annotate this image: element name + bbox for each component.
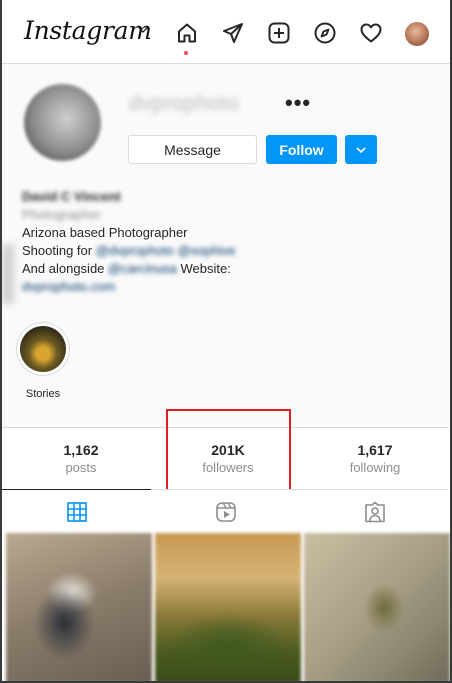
tab-posts[interactable] xyxy=(2,489,151,533)
activity-icon[interactable] xyxy=(358,20,384,46)
explore-icon[interactable] xyxy=(312,20,338,46)
notification-dot xyxy=(184,51,188,55)
story-highlight[interactable]: Stories xyxy=(16,322,70,400)
post-thumbnail[interactable] xyxy=(6,533,152,681)
bio-website-link[interactable]: dvprophoto.com xyxy=(22,278,236,296)
post-thumbnail[interactable] xyxy=(304,533,450,681)
story-thumbnail xyxy=(20,326,66,372)
profile-bio: David C Vincent Photographer Arizona bas… xyxy=(22,188,236,296)
tagged-icon xyxy=(364,501,385,523)
instagram-profile-window: Instagram dvprophoto ••• Message Follow xyxy=(0,0,452,683)
follow-button[interactable]: Follow xyxy=(266,135,337,164)
followers-highlight-box xyxy=(166,409,291,495)
new-post-icon[interactable] xyxy=(266,20,292,46)
posts-stat: 1,162 posts xyxy=(21,442,141,475)
story-label: Stories xyxy=(25,388,61,400)
bio-line-2-text: Shooting for xyxy=(22,243,96,258)
tab-reels[interactable] xyxy=(151,490,300,534)
chevron-down-icon xyxy=(356,146,366,153)
bio-line-1: Arizona based Photographer xyxy=(22,225,188,240)
profile-header: dvprophoto ••• Message Follow David C Vi… xyxy=(2,64,450,434)
bio-category: Photographer xyxy=(22,207,101,222)
blurred-edge xyxy=(2,244,14,304)
tab-tagged[interactable] xyxy=(300,490,449,534)
grid-icon xyxy=(66,501,87,522)
bio-mention-link[interactable]: @carcinusa xyxy=(108,261,177,276)
following-count[interactable]: 1,617 xyxy=(315,442,435,458)
profile-username: dvprophoto xyxy=(129,92,240,115)
profile-avatar[interactable] xyxy=(24,84,101,161)
bio-line-3: And alongside @carcinusa Website: xyxy=(22,260,236,278)
story-ring[interactable] xyxy=(16,322,70,376)
post-grid xyxy=(6,533,450,681)
post-thumbnail[interactable] xyxy=(155,533,301,681)
options-icon[interactable]: ••• xyxy=(285,90,311,116)
following-stat[interactable]: 1,617 following xyxy=(315,442,435,475)
bio-mention-link[interactable]: @dvprophoto xyxy=(96,243,174,258)
chevron-down-icon[interactable] xyxy=(137,24,149,36)
bio-line-3-suffix: Website: xyxy=(176,261,231,276)
direct-icon[interactable] xyxy=(220,20,246,46)
user-avatar[interactable] xyxy=(405,22,429,46)
suggested-dropdown-button[interactable] xyxy=(345,135,377,164)
posts-label: posts xyxy=(65,460,97,475)
bio-full-name: David C Vincent xyxy=(22,189,121,204)
instagram-logo[interactable]: Instagram xyxy=(24,16,152,45)
message-button[interactable]: Message xyxy=(128,135,257,164)
bio-line-3-text: And alongside xyxy=(22,261,109,276)
reels-icon xyxy=(215,502,236,522)
profile-tabs xyxy=(2,489,448,533)
home-icon[interactable] xyxy=(174,20,200,46)
bio-line-2: Shooting for @dvprophoto @sophive xyxy=(22,242,236,260)
top-nav: Instagram xyxy=(2,0,450,64)
bio-mention-link[interactable]: @sophive xyxy=(178,243,236,258)
following-label[interactable]: following xyxy=(315,460,435,475)
posts-count: 1,162 xyxy=(63,442,99,458)
